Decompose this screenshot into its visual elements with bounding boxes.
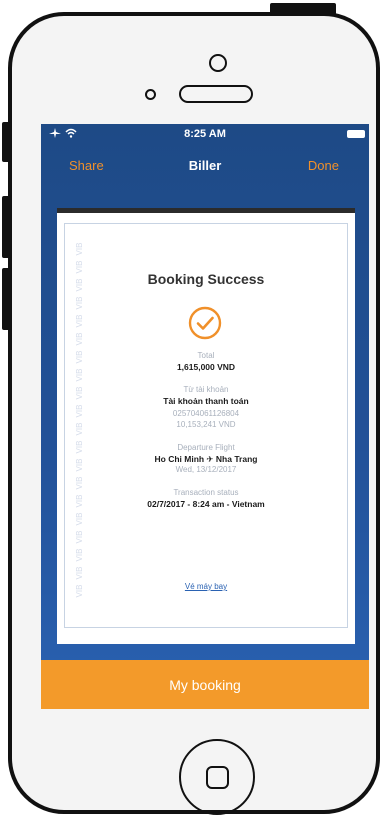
booking-success-title: Booking Success	[147, 271, 265, 287]
account-number: 025704061126804	[172, 409, 240, 418]
watermark-label: VIB	[75, 242, 84, 256]
battery-icon	[347, 130, 365, 138]
transaction-status-value: 02/7/2017 - 8:24 am - Vietnam	[147, 499, 265, 509]
watermark-label: VIB	[75, 548, 84, 562]
transaction-status-label: Transaction status	[173, 488, 239, 497]
total-value: 1,615,000 VND	[176, 362, 236, 372]
ticket-link[interactable]: Vé máy bay	[65, 582, 347, 591]
volume-down-button[interactable]	[2, 268, 11, 330]
sensor-icon	[145, 89, 156, 100]
watermark-label: VIB	[75, 296, 84, 310]
departure-label: Departure Flight	[177, 443, 235, 452]
watermark-strip: VIB VIB VIB VIB VIB VIB VIB VIB VIB VIB …	[73, 240, 87, 620]
from-account-label: Từ tài khoản	[183, 385, 229, 394]
status-time: 8:25 AM	[184, 128, 226, 140]
receipt-content: VIB VIB VIB VIB VIB VIB VIB VIB VIB VIB …	[64, 223, 348, 628]
flight-date: Wed, 13/12/2017	[175, 465, 237, 474]
from-account-value: Tài khoản thanh toán	[163, 396, 249, 406]
receipt-card: VIB VIB VIB VIB VIB VIB VIB VIB VIB VIB …	[57, 208, 355, 644]
watermark-label: VIB	[75, 332, 84, 346]
flight-route: Ho Chi Minh ✈ Nha Trang	[154, 454, 258, 464]
receipt-top-edge	[57, 208, 355, 213]
screen: 8:25 AM Share Biller Done VIB VIB VIB VI…	[41, 124, 369, 709]
total-label: Total	[197, 351, 215, 360]
watermark-label: VIB	[75, 512, 84, 526]
front-camera-icon	[209, 54, 227, 72]
home-button-icon	[205, 765, 229, 789]
nav-bar: Share Biller Done	[41, 146, 369, 188]
status-bar: 8:25 AM	[41, 124, 369, 146]
done-button[interactable]: Done	[308, 158, 339, 173]
speaker-icon	[179, 85, 253, 103]
watermark-label: VIB	[75, 530, 84, 544]
receipt-torn-edge	[57, 634, 355, 644]
account-balance: 10,153,241 VND	[176, 420, 236, 429]
home-button[interactable]	[179, 739, 255, 815]
volume-up-button[interactable]	[2, 196, 11, 258]
watermark-label: VIB	[75, 314, 84, 328]
my-booking-button[interactable]: My booking	[41, 660, 369, 709]
power-button[interactable]	[270, 3, 336, 15]
checkmark-circle-icon	[188, 306, 222, 340]
mute-switch[interactable]	[2, 122, 11, 162]
watermark-label: VIB	[75, 566, 84, 580]
